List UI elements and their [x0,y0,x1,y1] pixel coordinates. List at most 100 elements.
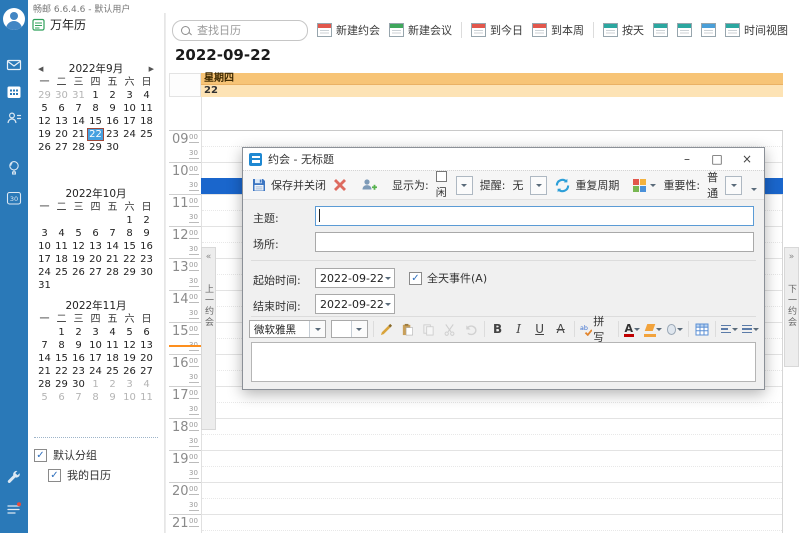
day-cell[interactable]: 22 [53,365,70,378]
day-cell[interactable]: 13 [53,115,70,128]
time-slot[interactable] [202,483,782,499]
day-cell[interactable]: 28 [104,266,121,279]
insert-table-button[interactable] [694,320,710,338]
day-cell[interactable]: 17 [36,253,53,266]
day-cell[interactable]: 2 [70,326,87,339]
day-cell[interactable]: 24 [36,266,53,279]
delete-button[interactable] [333,178,347,192]
prev-month-icon[interactable]: ◀ [38,63,43,76]
day-cell[interactable]: 2 [104,89,121,102]
settings-icon[interactable] [0,466,28,490]
day-cell[interactable]: 17 [87,352,104,365]
collapse-right-icon[interactable]: » [789,252,795,262]
day-cell[interactable]: 16 [70,352,87,365]
importance-dropdown[interactable] [725,176,742,195]
day-cell[interactable]: 10 [121,102,138,115]
day-cell[interactable]: 27 [138,365,155,378]
all-day-row[interactable] [201,97,783,130]
day-cell[interactable]: 29 [121,266,138,279]
day-cell[interactable]: 25 [53,266,70,279]
italic-button[interactable]: I [511,320,527,338]
font-size-dropdown[interactable] [351,321,367,337]
day-cell[interactable]: 9 [104,102,121,115]
subject-input[interactable] [315,206,754,226]
day-cell[interactable]: 31 [70,89,87,102]
day-cell[interactable]: 7 [70,102,87,115]
day-cell[interactable]: 19 [70,253,87,266]
day-cell[interactable]: 3 [121,89,138,102]
prev-appointment-panel[interactable]: « 上一约会 [201,247,216,430]
day-cell[interactable]: 29 [36,89,53,102]
font-size-combo[interactable] [331,320,368,338]
close-button[interactable]: × [732,148,762,170]
day-cell[interactable]: 21 [104,253,121,266]
mail-icon[interactable] [0,53,28,77]
day-cell[interactable]: 26 [36,141,53,154]
invite-attendees-button[interactable] [361,177,378,193]
month-view-button[interactable] [701,23,716,37]
appointment-body-input[interactable] [251,342,756,382]
day-cell[interactable]: 8 [87,391,104,404]
day-cell[interactable]: 18 [104,352,121,365]
save-and-close-button[interactable]: 保存并关闭 [251,177,326,193]
day-cell[interactable]: 25 [104,365,121,378]
day-cell[interactable]: 1 [87,378,104,391]
spellcheck-button[interactable]: ab 拼写 [580,320,614,338]
day-cell[interactable]: 11 [53,240,70,253]
day-cell[interactable]: 24 [121,128,138,141]
underline-button[interactable]: U [532,320,548,338]
time-slot[interactable] [202,435,782,451]
day-cell[interactable]: 16 [104,115,121,128]
day-cell[interactable]: 1 [87,89,104,102]
day-cell[interactable]: 30 [138,266,155,279]
day-cell[interactable]: 7 [104,227,121,240]
day-cell[interactable]: 27 [87,266,104,279]
day-cell[interactable]: 21 [36,365,53,378]
day-cell[interactable]: 6 [53,391,70,404]
list-button[interactable] [742,320,758,338]
paste-button[interactable] [400,320,416,338]
insert-symbol-button[interactable] [667,320,683,338]
day-cell[interactable]: 8 [53,339,70,352]
day-cell[interactable]: 3 [36,227,53,240]
day-cell[interactable]: 5 [121,326,138,339]
day-cell[interactable]: 15 [121,240,138,253]
day-cell[interactable]: 3 [87,326,104,339]
day-cell[interactable]: 2 [104,378,121,391]
day-cell[interactable]: 28 [70,141,87,154]
day-cell[interactable]: 14 [70,115,87,128]
day-cell[interactable]: 12 [70,240,87,253]
day-cell[interactable]: 3 [121,378,138,391]
day-cell[interactable]: 30 [104,141,121,154]
assistant-icon[interactable] [0,156,28,180]
day-cell[interactable]: 10 [121,391,138,404]
importance-value[interactable]: 普通 [707,169,718,201]
reminder-dropdown[interactable] [530,176,547,195]
day-cell[interactable]: 14 [104,240,121,253]
menu-icon[interactable] [0,497,28,521]
day-cell[interactable]: 5 [36,102,53,115]
time-slot[interactable] [202,451,782,467]
day-cell[interactable]: 15 [53,352,70,365]
day-cell[interactable]: 9 [138,227,155,240]
day-cell[interactable]: 17 [121,115,138,128]
day-cell[interactable]: 4 [138,378,155,391]
day-cell[interactable]: 10 [36,240,53,253]
day-cell[interactable]: 11 [138,102,155,115]
avatar[interactable] [3,8,25,30]
day-cell[interactable]: 23 [70,365,87,378]
strikethrough-button[interactable]: A [553,320,569,338]
day-cell[interactable]: 30 [70,378,87,391]
day-cell[interactable]: 24 [87,365,104,378]
day-cell[interactable]: 20 [53,128,70,141]
day-cell[interactable]: 26 [121,365,138,378]
time-slot[interactable] [202,419,782,435]
day-cell[interactable]: 12 [36,115,53,128]
day-cell[interactable]: 23 [138,253,155,266]
day-cell[interactable]: 16 [138,240,155,253]
day-cell[interactable]: 22 [121,253,138,266]
show-as-value[interactable]: 闲 [436,171,449,200]
day-cell[interactable]: 4 [104,326,121,339]
day-cell[interactable]: 6 [87,227,104,240]
all-day-checkbox[interactable]: ✓ [409,272,422,285]
